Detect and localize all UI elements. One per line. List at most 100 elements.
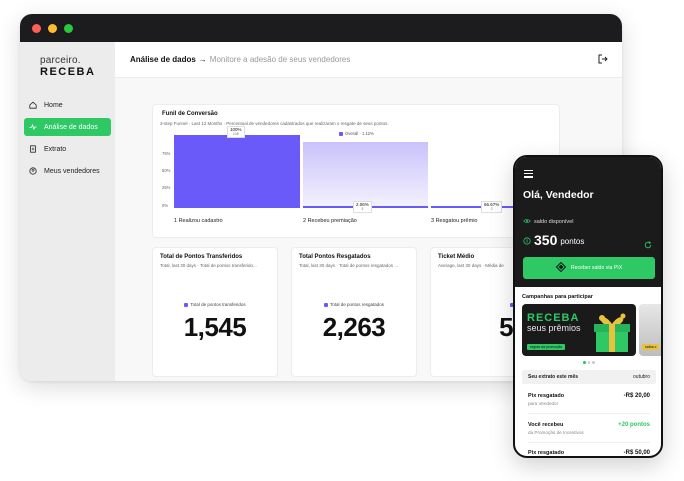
greeting: Olá, Vendedor — [523, 189, 594, 201]
pix-icon — [555, 261, 567, 274]
brand-logo[interactable]: parceiro. RECEBA — [20, 56, 115, 78]
gift-icon — [592, 310, 632, 356]
minimize-window-button[interactable] — [48, 23, 57, 33]
balance-value: 350 — [534, 232, 558, 248]
funnel-bar-dropoff-step-2 — [303, 142, 428, 208]
legend-swatch — [184, 302, 189, 307]
close-window-button[interactable] — [32, 23, 41, 33]
coin-icon — [523, 232, 531, 248]
home-icon — [29, 101, 37, 109]
window-titlebar — [20, 14, 622, 42]
sidebar-item-home[interactable]: Home — [24, 96, 111, 114]
statement-title: Seu extrato este mês — [528, 374, 579, 380]
balance-unit: pontos — [560, 237, 585, 246]
y-tick-75: 75% — [162, 151, 171, 156]
transaction-row[interactable]: Você recebeu da Promoção de Incentivos +… — [528, 422, 650, 435]
eye-icon[interactable] — [523, 218, 531, 226]
step-2-count: 3 — [361, 207, 364, 211]
y-tick-25: 25% — [162, 185, 171, 190]
funnel-bar-step-1[interactable] — [174, 135, 300, 208]
banner-subline: seus prêmios — [527, 323, 581, 333]
stat-card-pontos-resgatados: Total Pontos Resgatados Total, last 30 d… — [291, 247, 417, 377]
transaction-desc: para Vendedor — [528, 401, 559, 406]
step-3-count: 2 — [490, 207, 493, 211]
transaction-desc: da Promoção de Incentivos — [528, 430, 584, 435]
page-subtitle: Monitore a adesão de seus vendedores — [209, 55, 351, 64]
statement-month[interactable]: outubro — [633, 374, 650, 380]
funnel-subtitle: 3-step Funnel · Last 12 Months · Percent… — [160, 121, 389, 126]
sidebar-item-label: Análise de dados — [44, 123, 98, 131]
stat-value: 2,263 — [322, 312, 386, 342]
balance-label: saldo disponível — [534, 219, 574, 225]
funnel-step-label-2: 2 Recebeu premiação — [303, 218, 357, 224]
receipt-icon — [29, 145, 37, 153]
sidebar: parceiro. RECEBA Home Análise de dados E… — [20, 42, 115, 381]
mobile-app: Olá, Vendedor saldo disponível 350 ponto… — [513, 155, 663, 458]
divider — [528, 413, 650, 414]
stat-title: Ticket Médio — [438, 254, 475, 260]
sidebar-item-meus-vendedores[interactable]: Meus vendedores — [24, 162, 111, 180]
stat-value: 1,545 — [183, 312, 247, 342]
stat-subtitle: Total, last 30 days · Total de pontos tr… — [160, 263, 257, 268]
legend-label: Overall · 1.12% — [345, 131, 374, 136]
legend-swatch — [323, 302, 328, 307]
funnel-card: Funil de Conversão 3-step Funnel · Last … — [152, 104, 560, 238]
brand-line2: RECEBA — [40, 66, 96, 78]
legend-label: Total de pontos resgatados — [329, 302, 385, 307]
step-1-count: 146 — [232, 132, 239, 136]
menu-icon[interactable] — [524, 170, 533, 180]
transaction-amount: -R$ 50,00 — [623, 450, 650, 456]
stat-title: Total de Pontos Transferidos — [160, 254, 243, 260]
stat-legend: Total de pontos transferidos — [153, 302, 277, 307]
refresh-icon[interactable] — [644, 236, 652, 254]
user-circle-icon — [29, 167, 37, 175]
stat-subtitle: Total, last 30 days · Total de pontos re… — [299, 263, 398, 268]
page-header: Análise de dados → Monitore a adesão de … — [115, 42, 622, 78]
stat-legend: Total de pontos resgatados — [292, 302, 416, 307]
campaign-banner[interactable]: RECEBA seus prêmios regras da promoção — [522, 304, 636, 356]
transaction-row[interactable]: Pix resgatado -R$ 50,00 — [528, 450, 650, 456]
y-tick-50: 50% — [162, 168, 171, 173]
transaction-row[interactable]: Pix resgatado para Vendedor -R$ 20,00 — [528, 393, 650, 406]
divider — [528, 442, 650, 443]
header-arrow: → — [198, 55, 207, 64]
funnel-legend[interactable]: Overall · 1.12% — [339, 131, 374, 136]
sidebar-item-label: Home — [44, 101, 63, 109]
receive-pix-button[interactable]: Receber saldo via PIX — [523, 257, 655, 279]
campaign-rules-button[interactable]: regras da promoção — [527, 344, 566, 350]
funnel-step-label-1: 1 Realizou cadastro — [174, 218, 223, 224]
statement-header: Seu extrato este mês outubro — [522, 370, 656, 384]
transaction-amount: +20 pontos — [618, 422, 650, 428]
funnel-data-label-step-1: 100% 146 — [227, 126, 245, 138]
learn-more-button[interactable]: saiba c — [642, 344, 660, 350]
legend-label: Total de pontos transferidos — [190, 302, 246, 307]
funnel-title: Funil de Conversão — [162, 111, 218, 117]
sidebar-item-analise-de-dados[interactable]: Análise de dados — [24, 118, 111, 136]
legend-swatch — [339, 131, 343, 136]
carousel-dots — [583, 361, 595, 364]
page-title: Análise de dados — [130, 55, 196, 64]
mobile-header: Olá, Vendedor saldo disponível 350 ponto… — [515, 157, 661, 287]
balance-label-row[interactable]: saldo disponível — [523, 218, 573, 226]
sidebar-item-label: Extrato — [44, 145, 67, 153]
funnel-data-label-step-3: 66.67% 2 — [481, 201, 503, 213]
carousel-dot[interactable] — [592, 361, 595, 364]
funnel-step-label-3: 3 Resgatou prêmio — [431, 218, 478, 224]
transaction-amount: -R$ 20,00 — [623, 393, 650, 399]
campaign-banner-next[interactable]: saiba c — [639, 304, 661, 356]
pix-button-label: Receber saldo via PIX — [570, 265, 623, 271]
maximize-window-button[interactable] — [64, 23, 73, 33]
y-tick-0: 0% — [162, 203, 169, 208]
brand-line1: parceiro. — [40, 55, 81, 66]
stat-card-pontos-transferidos: Total de Pontos Transferidos Total, last… — [152, 247, 278, 377]
activity-icon — [29, 123, 37, 131]
carousel-dot[interactable] — [587, 361, 590, 364]
logout-icon[interactable] — [598, 54, 608, 64]
campaigns-title: Campanhas para participar — [522, 294, 593, 300]
sidebar-item-label: Meus vendedores — [44, 167, 100, 175]
stat-title: Total Pontos Resgatados — [299, 254, 371, 260]
balance-value-row: 350 pontos — [523, 232, 584, 248]
carousel-dot[interactable] — [583, 361, 586, 364]
funnel-data-label-step-2: 2.06% 3 — [353, 201, 372, 213]
sidebar-item-extrato[interactable]: Extrato — [24, 140, 111, 158]
